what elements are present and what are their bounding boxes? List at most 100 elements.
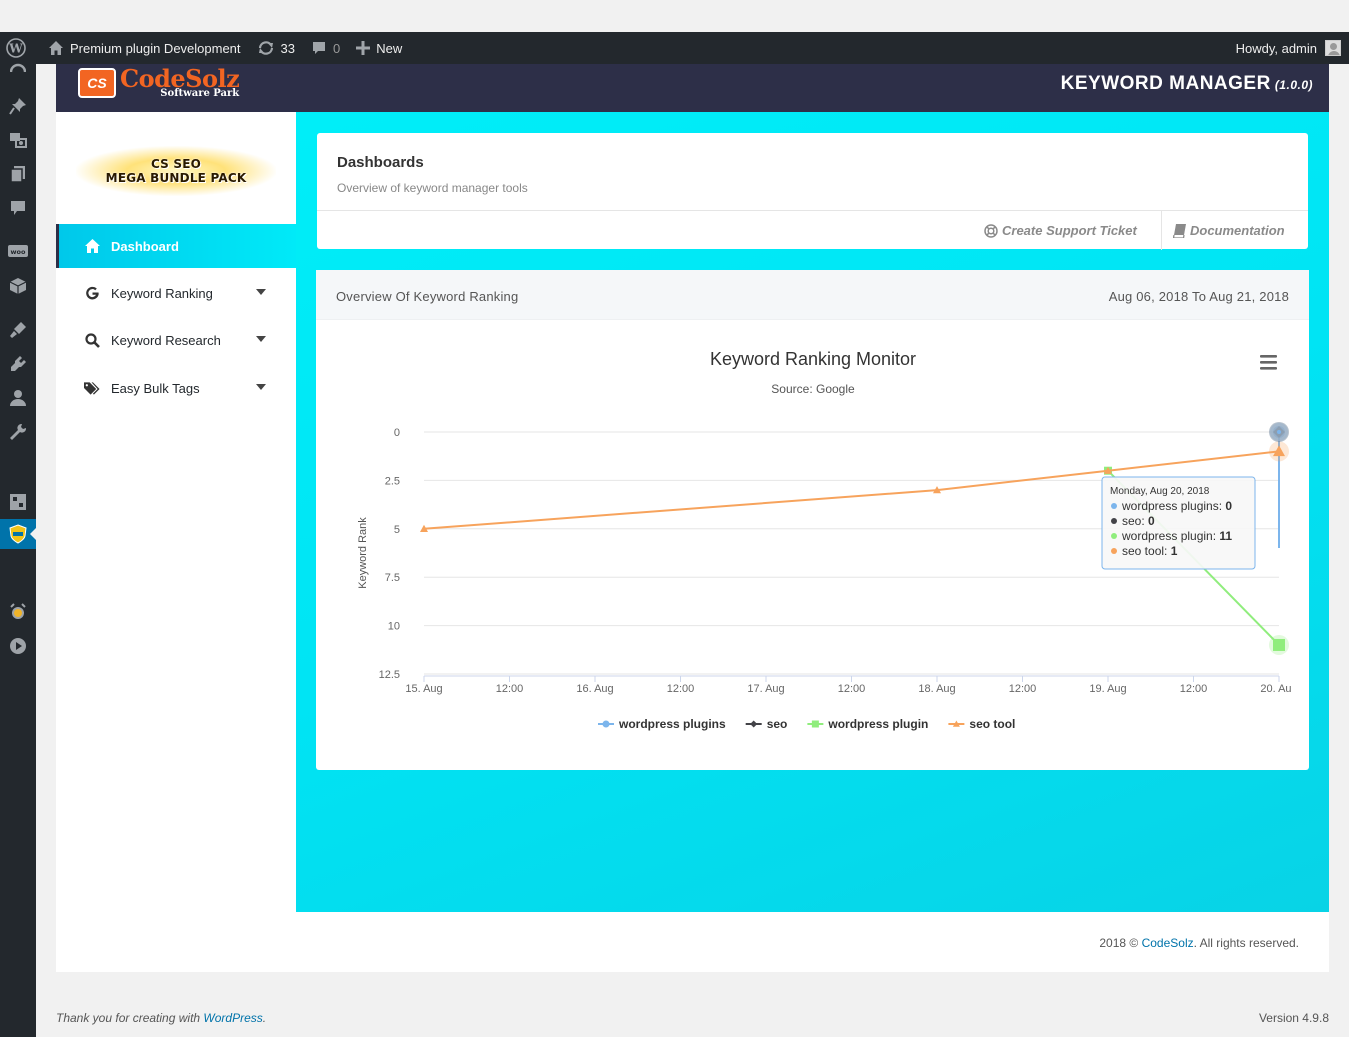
sidebar-item-easy-bulk-tags[interactable]: Easy Bulk Tags	[56, 366, 296, 410]
plugins-icon[interactable]	[8, 354, 28, 374]
products-icon[interactable]	[8, 276, 28, 296]
y-tick-label: 0	[394, 427, 400, 439]
wp-thanks-suffix: .	[262, 1011, 267, 1025]
pages-icon[interactable]	[8, 164, 28, 184]
woocommerce-icon[interactable]: woo	[8, 242, 28, 262]
home-icon	[49, 41, 63, 55]
updates-link[interactable]: 33	[249, 32, 303, 64]
tooltip-row: wordpress plugins: 0	[1121, 499, 1232, 513]
tags-icon	[84, 381, 100, 396]
x-tick-label: 12:00	[1180, 683, 1208, 695]
x-tick-label: 16. Aug	[576, 683, 613, 695]
dashboard-menu-icon[interactable]	[8, 58, 28, 78]
wp-version: Version 4.9.8	[1258, 1011, 1329, 1025]
site-name-link[interactable]: Premium plugin Development	[40, 32, 249, 64]
sidebar-item-label: Keyword Ranking	[111, 285, 213, 301]
documentation-link[interactable]: Documentation	[1173, 211, 1285, 250]
copyright: 2018 © CodeSolz. All rights reserved.	[1099, 936, 1299, 950]
sidebar-item-label: Dashboard	[111, 238, 179, 254]
pin-icon[interactable]	[8, 96, 28, 116]
life-ring-icon	[984, 223, 998, 238]
chart-menu-bar	[1260, 355, 1277, 358]
site-name: Premium plugin Development	[70, 40, 241, 56]
codesolz-logo[interactable]: CS CodeSolz Software Park	[78, 66, 240, 100]
sidebar-item-keyword-research[interactable]: Keyword Research	[56, 318, 296, 362]
x-tick-label: 19. Aug	[1089, 683, 1126, 695]
tooltip-dot	[1111, 518, 1117, 524]
x-tick-label: 12:00	[1009, 683, 1037, 695]
svg-text:W: W	[8, 42, 23, 56]
alarm-clock-icon[interactable]	[8, 602, 28, 622]
page-title: Dashboards	[337, 154, 424, 171]
legend-item[interactable]: wordpress plugin	[807, 717, 928, 731]
page-subtitle: Overview of keyword manager tools	[337, 181, 528, 195]
plugin-main: Dashboards Overview of keyword manager t…	[296, 112, 1329, 912]
users-icon[interactable]	[8, 388, 28, 408]
settings-icon[interactable]	[8, 492, 28, 512]
legend-item[interactable]: wordpress plugins	[598, 717, 726, 731]
howdy-text: Howdy, admin	[1235, 40, 1317, 56]
copyright-prefix: 2018 ©	[1099, 936, 1142, 950]
y-axis-title: Keyword Rank	[357, 517, 369, 589]
create-support-ticket-link[interactable]: Create Support Ticket	[984, 211, 1137, 250]
plugin-title-text: KEYWORD MANAGER	[1060, 73, 1271, 94]
dashboard-card: Dashboards Overview of keyword manager t…	[317, 133, 1308, 250]
card-links: Create Support Ticket Documentation	[317, 210, 1308, 250]
tooltip-dot	[1111, 548, 1117, 554]
docs-label: Documentation	[1190, 223, 1285, 238]
keyword-ranking-card: Overview Of Keyword Ranking Aug 06, 2018…	[316, 270, 1309, 770]
play-circle-icon[interactable]	[8, 636, 28, 656]
svg-text:woo: woo	[11, 248, 26, 256]
y-tick-label: 12.5	[379, 669, 400, 681]
logo-text: CodeSolz Software Park	[120, 67, 240, 99]
ranking-card-header: Overview Of Keyword Ranking Aug 06, 2018…	[316, 270, 1309, 320]
sidebar-item-keyword-ranking[interactable]: Keyword Ranking	[56, 271, 296, 315]
wp-thanks-prefix: Thank you for creating with	[56, 1011, 204, 1025]
legend-label: seo tool	[969, 717, 1015, 731]
new-label: New	[376, 40, 403, 56]
y-tick-label: 7.5	[385, 572, 400, 584]
new-content-link[interactable]: New	[348, 32, 410, 64]
comments-link[interactable]: 0	[303, 32, 348, 64]
chart-menu-icon[interactable]	[1260, 355, 1277, 370]
plus-icon	[356, 41, 371, 55]
tooltip-row: seo: 0	[1122, 514, 1155, 528]
x-tick-label: 17. Aug	[747, 683, 784, 695]
legend-marker	[750, 720, 758, 728]
chart-tooltip: Monday, Aug 20, 2018 wordpress plugins: 0…	[1101, 476, 1256, 570]
y-tick-label: 2.5	[385, 475, 400, 487]
legend-item[interactable]: seo tool	[948, 717, 1015, 731]
logo-badge: CS	[78, 68, 116, 98]
plugin-footer: 2018 © CodeSolz. All rights reserved.	[56, 912, 1329, 972]
sidebar-item-dashboard[interactable]: Dashboard	[56, 224, 296, 268]
chart-title: Keyword Ranking Monitor	[710, 349, 916, 369]
wordpress-link[interactable]: WordPress	[203, 1011, 262, 1025]
chevron-down-icon[interactable]	[256, 384, 266, 390]
chevron-down-icon[interactable]	[256, 336, 266, 342]
data-point	[1273, 638, 1285, 651]
bundle-line1: CS SEO	[150, 157, 202, 171]
tooltip-dot	[1111, 503, 1117, 509]
legend-label: wordpress plugin	[827, 717, 928, 731]
my-account-link[interactable]: Howdy, admin	[1228, 32, 1349, 64]
plugin-version: (1.0.0)	[1274, 78, 1313, 92]
comments-menu-icon[interactable]	[8, 198, 28, 218]
appearance-icon[interactable]	[8, 320, 28, 340]
hover-point	[1277, 430, 1281, 434]
active-menu-arrow	[30, 528, 36, 540]
media-icon[interactable]	[8, 130, 28, 150]
x-tick-label: 15. Aug	[405, 683, 442, 695]
forty-winks-icon	[8, 536, 28, 556]
comments-count: 0	[333, 40, 341, 56]
legend-label: wordpress plugins	[618, 717, 726, 731]
comment-icon	[313, 42, 325, 54]
divider	[1161, 211, 1162, 250]
wp-admin-bar: W Premium plugin Development 33 0 New Ho…	[0, 32, 1349, 64]
y-tick-label: 10	[388, 621, 400, 633]
codesolz-link[interactable]: CodeSolz	[1142, 936, 1194, 950]
tools-icon[interactable]	[8, 422, 28, 442]
updates-icon	[258, 41, 273, 55]
legend-marker	[602, 720, 610, 728]
chevron-down-icon[interactable]	[256, 289, 266, 295]
google-icon	[84, 286, 100, 301]
